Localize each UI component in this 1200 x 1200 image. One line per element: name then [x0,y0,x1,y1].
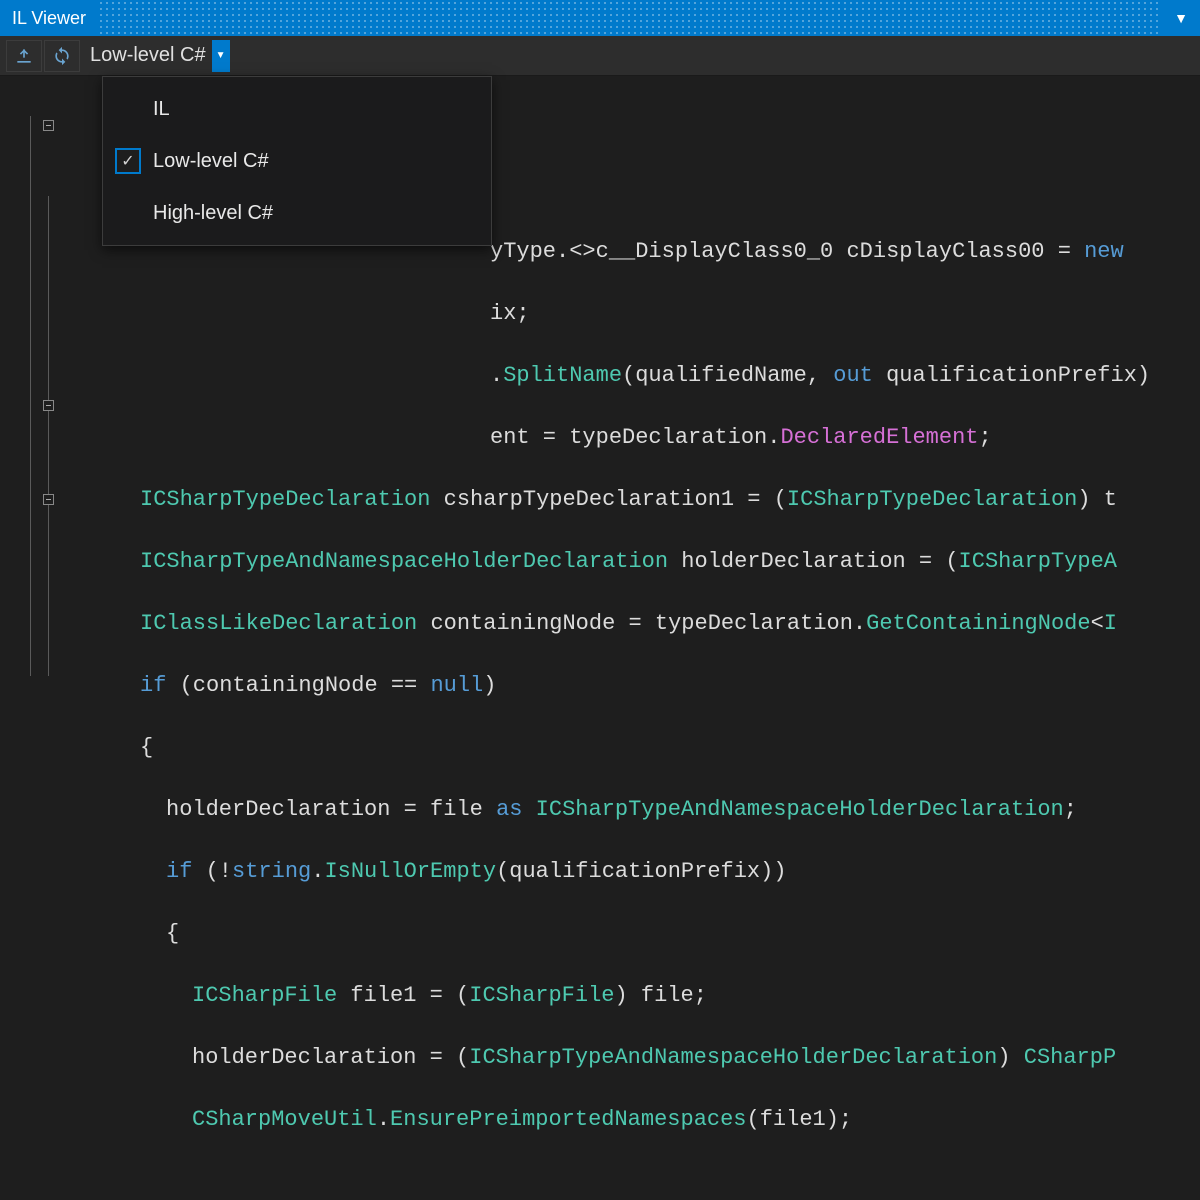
menu-item-high-level-csharp[interactable]: High-level C# [103,187,491,239]
export-to-project-button[interactable] [6,40,42,72]
fold-toggle[interactable] [43,494,54,505]
title-grip[interactable] [98,0,1162,36]
menu-item-il[interactable]: IL [103,83,491,135]
check-icon [115,148,141,174]
chevron-down-icon: ▼ [212,40,230,72]
upload-icon [14,46,34,66]
refresh-button[interactable] [44,40,80,72]
sync-icon [52,46,72,66]
toolbar: Low-level C# ▼ [0,36,1200,76]
check-icon [115,200,141,226]
check-icon [115,96,141,122]
decompile-mode-dropdown[interactable]: Low-level C# ▼ [86,40,230,72]
menu-item-label: Low-level C# [153,150,269,173]
collapse-panel-icon[interactable]: ▼ [1174,10,1188,26]
menu-item-low-level-csharp[interactable]: Low-level C# [103,135,491,187]
gutter [0,76,60,1200]
fold-toggle[interactable] [43,120,54,131]
menu-item-label: IL [153,98,170,121]
menu-item-label: High-level C# [153,202,273,225]
decompile-mode-menu: IL Low-level C# High-level C# [102,76,492,246]
code-content: yType.<>c__DisplayClass0_0 cDisplayClass… [0,205,1200,1197]
title-bar: IL Viewer ▼ [0,0,1200,36]
fold-toggle[interactable] [43,400,54,411]
dropdown-selected-label: Low-level C# [86,44,212,67]
window-title: IL Viewer [12,8,86,29]
